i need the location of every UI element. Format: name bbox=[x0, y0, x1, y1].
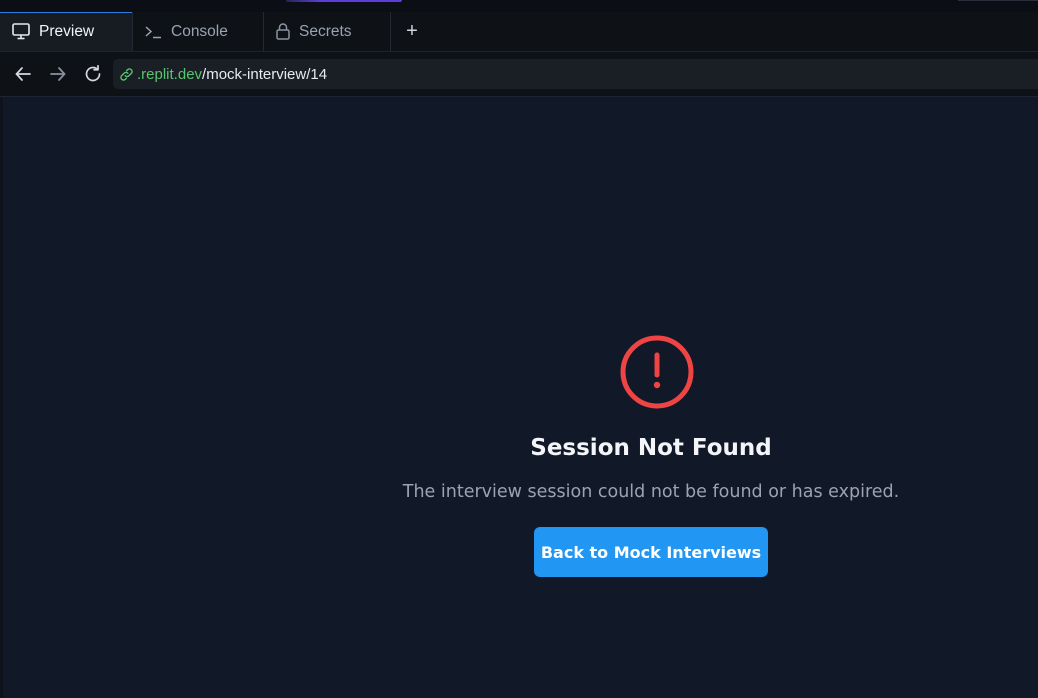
window-top-strip bbox=[0, 0, 1038, 12]
refresh-icon bbox=[84, 65, 102, 83]
arrow-right-icon bbox=[50, 67, 66, 81]
address-bar: .replit.dev/mock-interview/14 bbox=[0, 52, 1038, 97]
error-title: Session Not Found bbox=[530, 435, 772, 461]
lock-icon bbox=[276, 23, 290, 40]
terminal-icon bbox=[145, 25, 162, 39]
error-message: The interview session could not be found… bbox=[402, 482, 900, 502]
tab-label: Preview bbox=[39, 22, 95, 40]
preview-content: Session Not Found The interview session … bbox=[0, 97, 1038, 698]
monitor-icon bbox=[12, 23, 30, 40]
link-icon bbox=[119, 67, 134, 82]
tab-bar: Preview Console Secrets + bbox=[0, 12, 1038, 52]
tab-label: Console bbox=[171, 22, 228, 40]
back-button[interactable] bbox=[11, 62, 35, 86]
tab-label: Secrets bbox=[299, 22, 352, 40]
top-accent-bar bbox=[286, 0, 402, 2]
url-field[interactable]: .replit.dev/mock-interview/14 bbox=[113, 59, 1038, 89]
plus-icon: + bbox=[406, 20, 418, 42]
arrow-left-icon bbox=[15, 67, 31, 81]
alert-circle-icon bbox=[619, 334, 695, 410]
tab-console[interactable]: Console bbox=[133, 12, 264, 51]
url-path: /mock-interview/14 bbox=[202, 65, 328, 83]
url-host: .replit.dev bbox=[137, 65, 203, 83]
tab-secrets[interactable]: Secrets bbox=[264, 12, 391, 51]
top-right-divider bbox=[958, 0, 1038, 1]
forward-button[interactable] bbox=[46, 62, 70, 86]
add-tab-button[interactable]: + bbox=[391, 12, 433, 51]
tab-preview[interactable]: Preview bbox=[0, 12, 133, 51]
reload-button[interactable] bbox=[81, 62, 105, 86]
back-to-mock-interviews-button[interactable]: Back to Mock Interviews bbox=[534, 527, 768, 577]
